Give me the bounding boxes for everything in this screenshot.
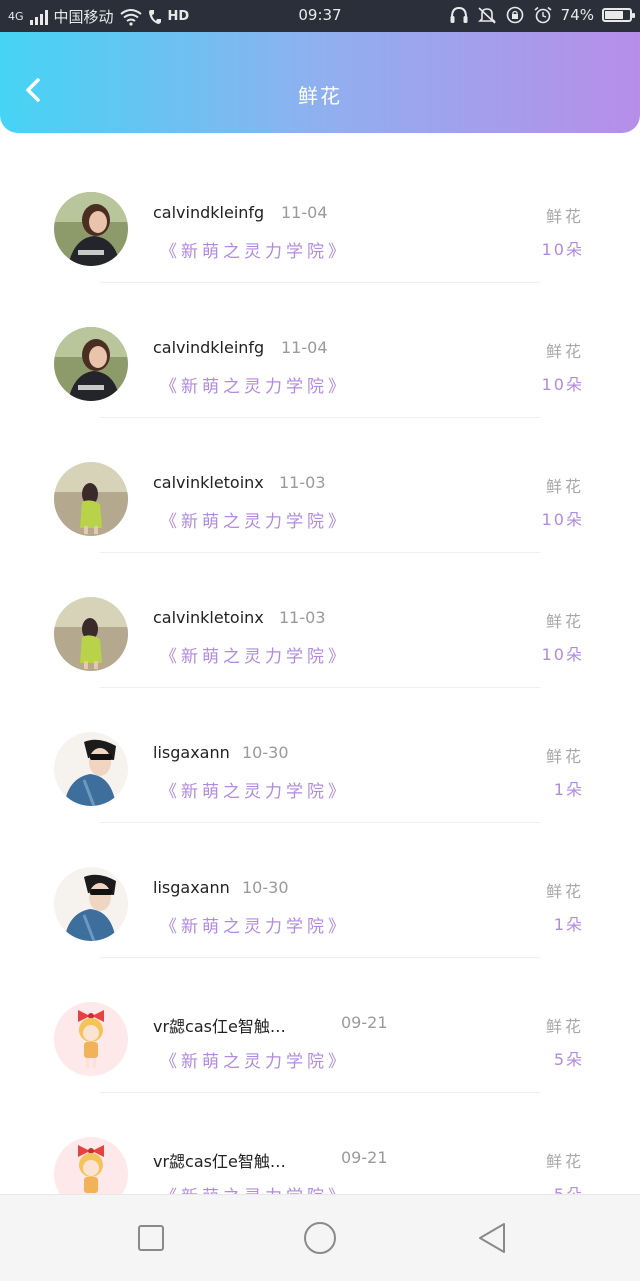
send-date: 11-03 bbox=[279, 608, 326, 627]
avatar bbox=[54, 597, 128, 671]
battery-icon bbox=[602, 8, 635, 22]
flower-count: 10朵 bbox=[541, 645, 584, 664]
flower-count: 5朵 bbox=[553, 1050, 584, 1069]
list-item[interactable]: vr勰cas仜e智触… 09-21 《新萌之灵力学院》 鲜花 5朵 bbox=[0, 958, 640, 1093]
avatar bbox=[54, 462, 128, 536]
sender-name: lisgaxann bbox=[153, 743, 230, 762]
send-date: 09-21 bbox=[341, 1013, 388, 1032]
sender-name: lisgaxann bbox=[153, 878, 230, 897]
academy-name: 《新萌之灵力学院》 bbox=[160, 1182, 349, 1194]
gift-type-label: 鲜花 bbox=[545, 1017, 584, 1036]
academy-name: 《新萌之灵力学院》 bbox=[160, 917, 349, 937]
send-date: 11-04 bbox=[281, 338, 328, 357]
flower-count: 10朵 bbox=[541, 240, 584, 259]
battery-level bbox=[605, 11, 623, 19]
sender-name: calvindkleinfg bbox=[153, 203, 265, 222]
avatar bbox=[54, 867, 128, 941]
recent-apps-icon[interactable] bbox=[134, 1221, 168, 1255]
list-item[interactable]: calvinkletoinx 11-03 《新萌之灵力学院》 鲜花 10朵 bbox=[0, 553, 640, 688]
flower-count: 10朵 bbox=[541, 375, 584, 394]
gift-type-label: 鲜花 bbox=[545, 882, 584, 901]
send-date: 10-30 bbox=[242, 878, 289, 897]
flower-count: 1朵 bbox=[553, 915, 584, 934]
sender-name: vr勰cas仜e智触… bbox=[153, 1017, 286, 1036]
list-item[interactable]: lisgaxann 10-30 《新萌之灵力学院》 鲜花 1朵 bbox=[0, 823, 640, 958]
avatar bbox=[54, 1137, 128, 1194]
academy-name: 《新萌之灵力学院》 bbox=[160, 782, 349, 802]
academy-name: 《新萌之灵力学院》 bbox=[160, 242, 349, 262]
sender-name: calvindkleinfg bbox=[153, 338, 265, 357]
sender-name: calvinkletoinx bbox=[153, 608, 264, 627]
headphones-icon bbox=[450, 6, 468, 23]
gift-type-label: 鲜花 bbox=[545, 1152, 584, 1171]
list-item[interactable]: calvindkleinfg 11-04 《新萌之灵力学院》 鲜花 10朵 bbox=[0, 148, 640, 283]
list-item[interactable]: vr勰cas仜e智触… 09-21 《新萌之灵力学院》 鲜花 5朵 bbox=[0, 1093, 640, 1194]
academy-name: 《新萌之灵力学院》 bbox=[160, 377, 349, 397]
rotation-lock-icon bbox=[506, 6, 523, 24]
flower-count: 1朵 bbox=[553, 780, 584, 799]
gift-type-label: 鲜花 bbox=[545, 207, 584, 226]
send-date: 10-30 bbox=[242, 743, 289, 762]
flower-count: 10朵 bbox=[541, 510, 584, 529]
system-nav-bar bbox=[0, 1194, 640, 1281]
avatar bbox=[54, 1002, 128, 1076]
list-item[interactable]: calvindkleinfg 11-04 《新萌之灵力学院》 鲜花 10朵 bbox=[0, 283, 640, 418]
gift-type-label: 鲜花 bbox=[545, 477, 584, 496]
send-date: 11-03 bbox=[279, 473, 326, 492]
list-item[interactable]: lisgaxann 10-30 《新萌之灵力学院》 鲜花 1朵 bbox=[0, 688, 640, 823]
send-date: 11-04 bbox=[281, 203, 328, 222]
academy-name: 《新萌之灵力学院》 bbox=[160, 512, 349, 532]
flower-count: 5朵 bbox=[554, 1181, 584, 1194]
home-icon[interactable] bbox=[303, 1221, 337, 1255]
status-bar: 4G 中国移动 HD 09:37 74% bbox=[0, 0, 640, 32]
sender-name: calvinkletoinx bbox=[153, 473, 264, 492]
mute-icon bbox=[477, 7, 496, 24]
gift-type-label: 鲜花 bbox=[545, 747, 584, 766]
gift-type-label: 鲜花 bbox=[545, 342, 584, 361]
sender-name: vr勰cas仜e智触… bbox=[153, 1152, 286, 1171]
flower-record-list[interactable]: calvindkleinfg 11-04 《新萌之灵力学院》 鲜花 10朵 ca… bbox=[0, 148, 640, 1194]
academy-name: 《新萌之灵力学院》 bbox=[160, 647, 349, 667]
list-item[interactable]: calvinkletoinx 11-03 《新萌之灵力学院》 鲜花 10朵 bbox=[0, 418, 640, 553]
avatar bbox=[54, 327, 128, 401]
send-date: 09-21 bbox=[341, 1148, 388, 1167]
avatar bbox=[54, 732, 128, 806]
alarm-icon bbox=[534, 6, 552, 24]
gift-type-label: 鲜花 bbox=[545, 612, 584, 631]
battery-percent: 74% bbox=[560, 6, 594, 24]
page-title: 鲜花 bbox=[298, 84, 342, 108]
header-bar: 鲜花 bbox=[0, 32, 640, 133]
back-triangle-icon[interactable] bbox=[476, 1221, 510, 1255]
academy-name: 《新萌之灵力学院》 bbox=[160, 1052, 349, 1072]
avatar bbox=[54, 192, 128, 266]
status-right: 74% bbox=[449, 6, 635, 24]
